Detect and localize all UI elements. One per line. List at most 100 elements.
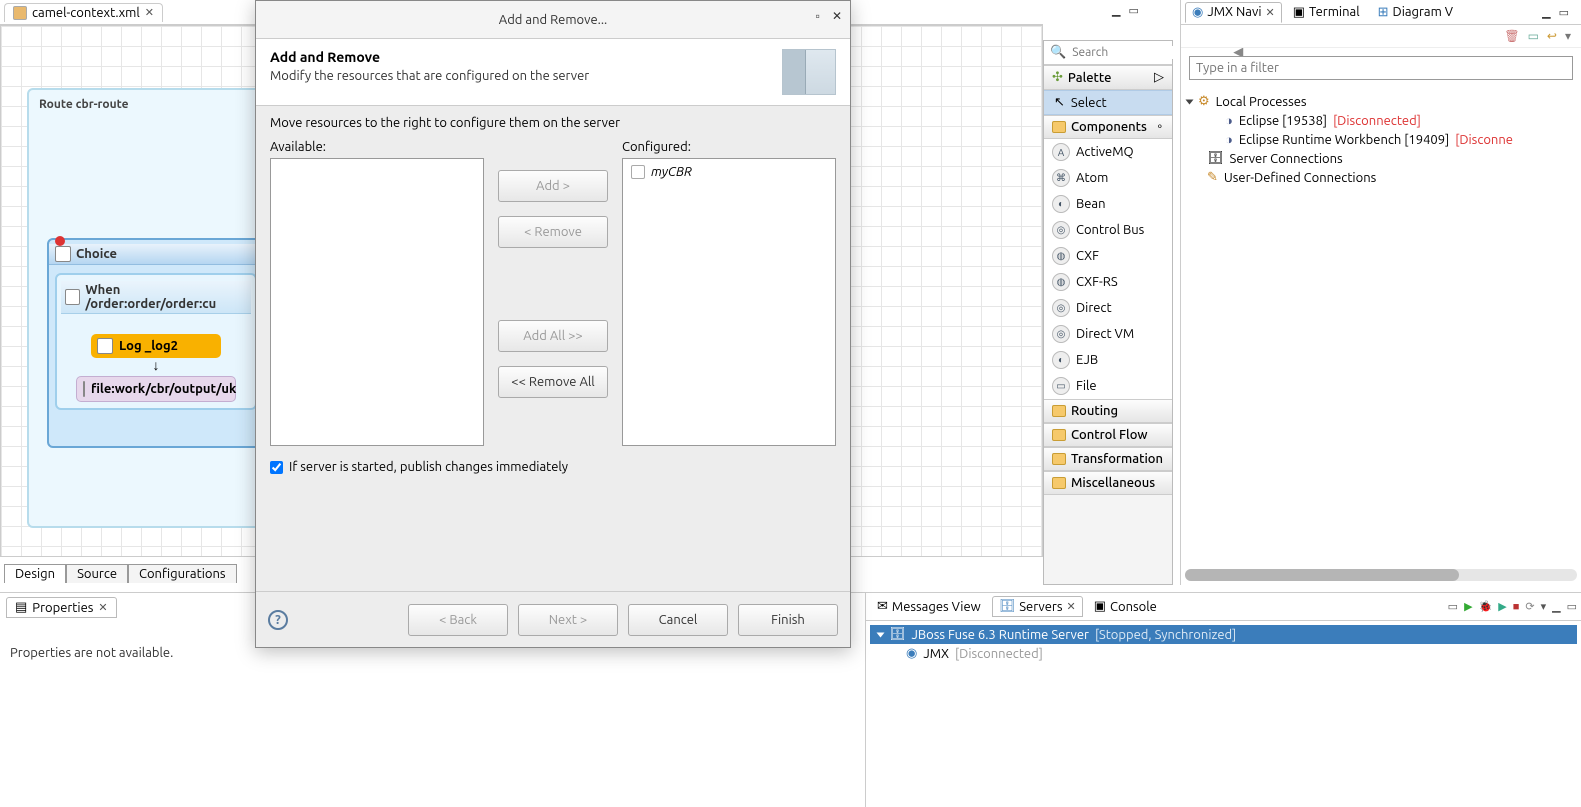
palette-misc-header[interactable]: Miscellaneous	[1044, 471, 1172, 495]
jmx-tree[interactable]: ⚙ Local Processes ◑ Eclipse [19538] [Dis…	[1181, 88, 1581, 191]
expand-icon[interactable]	[877, 632, 885, 637]
palette-transformation-header[interactable]: Transformation	[1044, 447, 1172, 471]
palette-item[interactable]: ◎Direct VM	[1044, 321, 1172, 347]
route-container[interactable]: Route cbr-route Choice When /order:order…	[27, 88, 267, 528]
terminal-icon: ▣	[1293, 5, 1305, 20]
palette-search[interactable]: 🔍 ◀	[1044, 41, 1172, 65]
servers-tree[interactable]: 🗄 JBoss Fuse 6.3 Runtime Server [Stopped…	[866, 621, 1581, 667]
configured-listbox[interactable]: myCBR	[622, 158, 836, 446]
delete-icon[interactable]: 🗑	[1504, 29, 1519, 43]
scrollbar-thumb[interactable]	[1185, 569, 1459, 581]
editor-tab-camel-context[interactable]: camel-context.xml ✕	[4, 3, 163, 22]
remove-all-button[interactable]: << Remove All	[498, 366, 608, 398]
palette-panel: 🔍 ◀ ✣Palette ▷ ↖ Select Components ⚬ AAc…	[1043, 40, 1173, 585]
file-node[interactable]: file:work/cbr/output/uk	[76, 376, 236, 402]
dialog-banner: Add and Remove Modify the resources that…	[256, 39, 850, 106]
arrow-down-icon: ↓	[61, 358, 251, 372]
palette-item[interactable]: AActiveMQ	[1044, 139, 1172, 165]
help-icon[interactable]: ?	[268, 610, 288, 630]
close-icon[interactable]: ✕	[1067, 600, 1076, 613]
maximize-icon[interactable]: ▭	[1128, 4, 1138, 17]
cancel-button[interactable]: Cancel	[628, 604, 728, 636]
palette-select-tool[interactable]: ↖ Select	[1044, 90, 1172, 115]
refresh-icon[interactable]: ↩	[1547, 29, 1557, 43]
jmx-h-scrollbar[interactable]	[1185, 569, 1577, 581]
configured-label: Configured:	[622, 140, 836, 154]
eclipse-icon: ◑	[1225, 132, 1233, 147]
window-close-icon[interactable]: ✕	[832, 9, 842, 23]
maximize-icon[interactable]: ▭	[1567, 600, 1577, 613]
publish-checkbox-input[interactable]	[270, 461, 283, 474]
minimize-icon[interactable]: ▁	[1542, 6, 1550, 19]
palette-controlflow-header[interactable]: Control Flow	[1044, 423, 1172, 447]
tab-messages-view[interactable]: ✉ Messages View	[870, 596, 988, 617]
jmx-filter-input[interactable]	[1189, 56, 1573, 80]
server-row-jmx[interactable]: ◉ JMX [Disconnected]	[870, 644, 1577, 663]
camel-icon	[13, 6, 27, 20]
tab-design[interactable]: Design	[4, 564, 66, 583]
tab-servers[interactable]: 🗄 Servers ✕	[992, 596, 1083, 617]
tab-source[interactable]: Source	[66, 564, 128, 583]
tree-item-user-connections[interactable]: ✎ User-Defined Connections	[1185, 168, 1577, 187]
palette-item[interactable]: ◍CXF	[1044, 243, 1172, 269]
tree-item-eclipse-1[interactable]: ◑ Eclipse [19538] [Disconnected]	[1185, 111, 1577, 130]
palette-item[interactable]: ◐EJB	[1044, 347, 1172, 373]
route-title: Route cbr-route	[35, 96, 259, 113]
minimize-icon[interactable]: ▁	[1552, 600, 1560, 613]
component-icon: ◐	[1052, 351, 1070, 369]
start-icon[interactable]: ▶	[1464, 600, 1472, 613]
tab-console[interactable]: ▣ Console	[1087, 596, 1164, 617]
tab-diagram-view[interactable]: ⊞ Diagram V	[1371, 2, 1460, 23]
chevron-right-icon[interactable]: ▷	[1154, 70, 1164, 85]
remove-button[interactable]: < Remove	[498, 216, 608, 248]
configured-item[interactable]: myCBR	[627, 163, 831, 181]
dialog-titlebar[interactable]: Add and Remove... ▫ ✕	[256, 1, 850, 39]
palette-component-list[interactable]: AActiveMQ ⌘Atom ◐Bean ◎Control Bus ◍CXF …	[1044, 139, 1172, 399]
profile-icon[interactable]: ▶	[1498, 600, 1506, 613]
available-listbox[interactable]	[270, 158, 484, 446]
tree-item-server-connections[interactable]: 🗄 Server Connections	[1185, 149, 1577, 168]
palette-item[interactable]: ◐Bean	[1044, 191, 1172, 217]
stop-icon[interactable]: ■	[1513, 601, 1520, 613]
minimize-icon[interactable]: ▁	[1112, 4, 1120, 17]
when-node[interactable]: When /order:order/order:cu Log _log2 ↓ f…	[55, 273, 257, 410]
maximize-icon[interactable]: ▭	[1559, 6, 1569, 19]
tree-item-eclipse-2[interactable]: ◑ Eclipse Runtime Workbench [19409] [Dis…	[1185, 130, 1577, 149]
server-row-jboss-fuse[interactable]: 🗄 JBoss Fuse 6.3 Runtime Server [Stopped…	[870, 625, 1577, 644]
tab-properties[interactable]: ▤ Properties ✕	[6, 597, 117, 618]
palette-item[interactable]: ⌘Atom	[1044, 165, 1172, 191]
close-icon[interactable]: ✕	[145, 6, 154, 19]
add-all-button[interactable]: Add All >>	[498, 320, 608, 352]
publish-immediately-checkbox[interactable]: If server is started, publish changes im…	[270, 460, 836, 474]
server-new-icon[interactable]: ▭	[1448, 600, 1458, 613]
new-connection-icon[interactable]: ▭	[1528, 29, 1539, 43]
menu-icon[interactable]: ▾	[1541, 600, 1547, 613]
pin-icon[interactable]: ⚬	[1156, 121, 1164, 133]
window-restore-icon[interactable]: ▫	[816, 9, 820, 23]
back-button[interactable]: < Back	[408, 604, 508, 636]
palette-item[interactable]: ◍CXF-RS	[1044, 269, 1172, 295]
breakpoint-icon[interactable]	[55, 236, 65, 246]
tab-configurations[interactable]: Configurations	[128, 564, 237, 583]
palette-components-header[interactable]: Components ⚬	[1044, 115, 1172, 139]
close-icon[interactable]: ✕	[1265, 6, 1274, 19]
tab-jmx-navi[interactable]: ◉ JMX Navi ✕	[1185, 2, 1282, 23]
choice-node[interactable]: Choice When /order:order/order:cu Log _l…	[47, 238, 265, 448]
expand-icon[interactable]	[1186, 99, 1194, 104]
palette-header[interactable]: ✣Palette ▷	[1044, 65, 1172, 90]
publish-icon[interactable]: ⟳	[1525, 600, 1534, 613]
log-node[interactable]: Log _log2	[91, 334, 221, 358]
close-icon[interactable]: ✕	[98, 601, 107, 614]
tree-item-local-processes[interactable]: ⚙ Local Processes	[1185, 92, 1577, 111]
palette-item[interactable]: ▭File	[1044, 373, 1172, 399]
palette-item[interactable]: ◎Control Bus	[1044, 217, 1172, 243]
palette-item[interactable]: ◎Direct	[1044, 295, 1172, 321]
palette-routing-header[interactable]: Routing	[1044, 399, 1172, 423]
menu-icon[interactable]: ▾	[1565, 29, 1571, 43]
add-button[interactable]: Add >	[498, 170, 608, 202]
tab-terminal[interactable]: ▣ Terminal	[1286, 2, 1367, 23]
next-button[interactable]: Next >	[518, 604, 618, 636]
component-icon: ◎	[1052, 325, 1070, 343]
debug-icon[interactable]: 🐞	[1479, 600, 1493, 613]
finish-button[interactable]: Finish	[738, 604, 838, 636]
